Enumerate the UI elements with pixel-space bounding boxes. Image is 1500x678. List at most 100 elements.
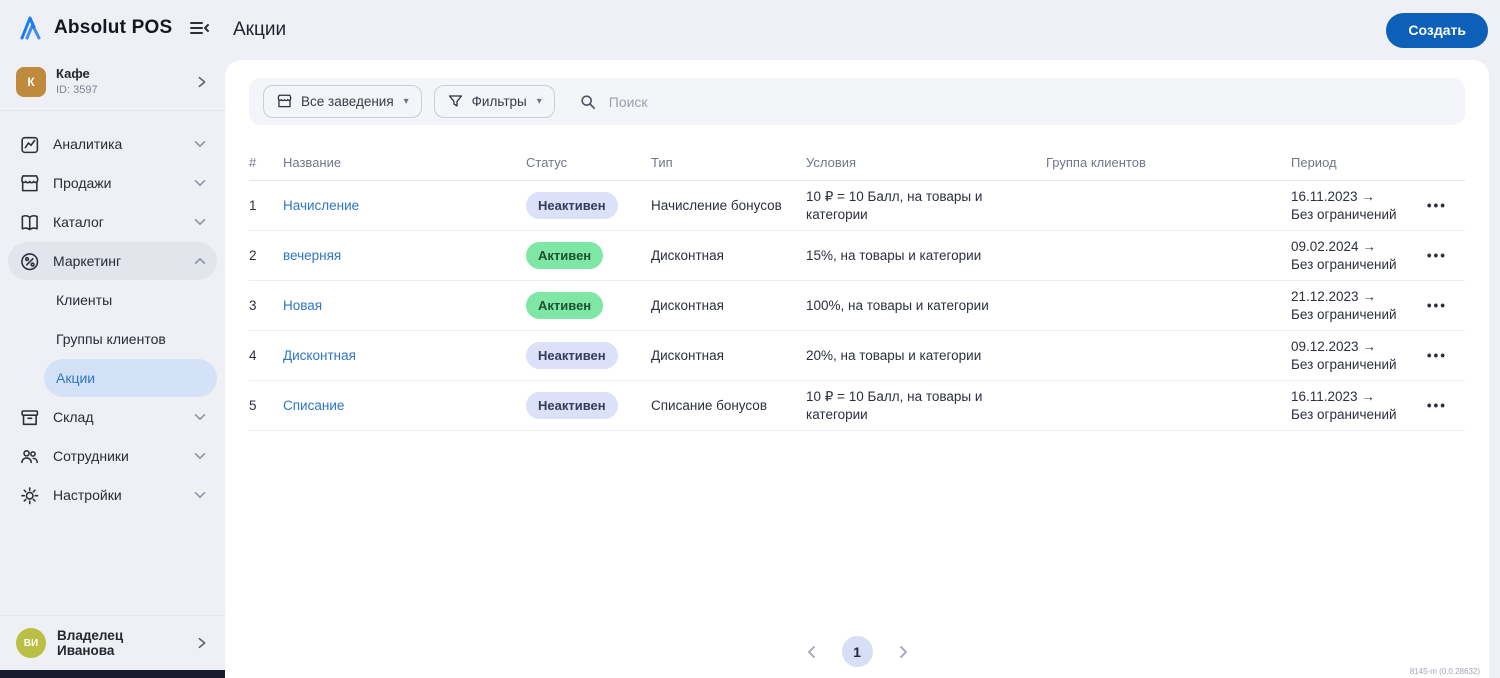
- chevron-down-icon: [194, 492, 206, 498]
- next-page-icon[interactable]: [895, 644, 911, 660]
- conditions-cell: 15%, на товары и категории: [806, 247, 982, 263]
- caret-down-icon: ▾: [403, 96, 409, 107]
- sidebar-subitem[interactable]: Акции: [44, 359, 217, 397]
- sidebar-item-marketing[interactable]: Маркетинг: [8, 242, 217, 280]
- table-row: 3 Новая Активен Дисконтная 100%, на товары и…: [249, 281, 1465, 331]
- analytics-icon: [21, 136, 39, 153]
- type-cell: Дисконтная: [651, 247, 724, 263]
- venue-id: ID: 3597: [56, 84, 98, 97]
- chevron-down-icon: [194, 453, 206, 459]
- status-cell: Неактивен: [526, 191, 651, 220]
- sidebar-subitem[interactable]: Клиенты: [44, 281, 217, 319]
- period-cell: 09.12.2023 → Без ограничений: [1291, 338, 1397, 372]
- sidebar-item-settings[interactable]: Настройки: [8, 476, 217, 514]
- promotion-name-link[interactable]: Новая: [283, 298, 322, 313]
- type-cell: Начисление бонусов: [651, 197, 782, 213]
- user-menu[interactable]: ВИ Владелец Иванова: [0, 615, 225, 670]
- table-row: 1 Начисление Неактивен Начисление бонусов 10…: [249, 181, 1465, 231]
- sidebar-item-label: Настройки: [53, 487, 122, 503]
- storefront-icon: [21, 174, 39, 191]
- caret-down-icon: ▾: [536, 96, 542, 107]
- conditions-cell: 10 ₽ = 10 Балл, на товары и категории: [806, 188, 983, 222]
- period-cell: 09.02.2024 → Без ограничений: [1291, 238, 1397, 272]
- status-badge: Активен: [526, 291, 604, 320]
- venue-avatar: К: [16, 67, 46, 97]
- logo-row: Absolut POS: [0, 0, 225, 56]
- chevron-right-icon: [198, 76, 206, 88]
- funnel-icon: [448, 95, 462, 107]
- promotion-name-link[interactable]: Начисление: [283, 198, 359, 213]
- top-bar: Акции Создать: [225, 0, 1500, 60]
- catalog-icon: [21, 214, 38, 230]
- conditions-cell: 100%, на товары и категории: [806, 297, 989, 313]
- column-header: Тип: [651, 155, 673, 170]
- status-cell: Активен: [526, 291, 651, 320]
- staff-icon: [21, 449, 38, 463]
- row-actions-menu-icon[interactable]: •••: [1421, 197, 1465, 215]
- sidebar-subitem[interactable]: Группы клиентов: [44, 320, 217, 358]
- sidebar-item-analytics[interactable]: Аналитика: [8, 125, 217, 163]
- settings-icon: [21, 486, 39, 504]
- chevron-up-icon: [194, 258, 206, 264]
- row-actions-menu-icon[interactable]: •••: [1421, 397, 1465, 415]
- status-cell: Неактивен: [526, 341, 651, 370]
- sidebar-item-storefront[interactable]: Продажи: [8, 164, 217, 202]
- chevron-down-icon: [194, 180, 206, 186]
- venue-name: Кафе: [56, 66, 90, 82]
- promotion-name-cell: Дисконтная: [283, 347, 526, 365]
- current-page-button[interactable]: 1: [841, 636, 873, 667]
- sidebar-item-label: Продажи: [53, 175, 112, 191]
- user-name: Владелец Иванова: [57, 628, 124, 658]
- promotion-name-link[interactable]: Списание: [283, 398, 344, 413]
- prev-page-icon[interactable]: [804, 644, 820, 660]
- search-placeholder: Поиск: [608, 93, 648, 110]
- column-header: Название: [283, 155, 342, 170]
- sidebar-submenu: Клиенты Группы клиентов Акции: [8, 281, 217, 397]
- row-number: 1: [249, 197, 257, 213]
- status-badge: Неактивен: [526, 391, 618, 420]
- sidebar-item-label: Каталог: [53, 214, 104, 230]
- status-cell: Неактивен: [526, 391, 651, 420]
- sidebar-collapse-icon[interactable]: [187, 16, 211, 40]
- status-badge: Неактивен: [526, 191, 618, 220]
- promotion-name-link[interactable]: вечерняя: [283, 248, 341, 263]
- column-header: Группа клиентов: [1046, 155, 1146, 170]
- brand-name: Absolut POS: [54, 17, 173, 38]
- promotion-name-link[interactable]: Дисконтная: [283, 348, 356, 363]
- sidebar: Absolut POS К Кафе ID: 3597 Аналитика Про…: [0, 0, 225, 678]
- user-avatar: ВИ: [16, 628, 46, 658]
- status-badge: Неактивен: [526, 341, 618, 370]
- venues-filter-button[interactable]: Все заведения ▾: [263, 85, 422, 118]
- table-row: 4 Дисконтная Неактивен Дисконтная 20%, на то…: [249, 331, 1465, 381]
- row-actions-menu-icon[interactable]: •••: [1421, 247, 1465, 265]
- sidebar-item-catalog[interactable]: Каталог: [8, 203, 217, 241]
- row-number: 3: [249, 297, 257, 313]
- search-input[interactable]: Поиск: [579, 93, 1451, 111]
- venue-switcher[interactable]: К Кафе ID: 3597: [0, 56, 225, 111]
- column-header: #: [249, 155, 257, 170]
- promotion-name-cell: Списание: [283, 397, 526, 415]
- promotion-name-cell: вечерняя: [283, 247, 526, 265]
- promotions-table: # Название Статус Тип Условия Группа клиентов…: [249, 145, 1465, 431]
- promotion-name-cell: Начисление: [283, 197, 526, 215]
- sidebar-item-staff[interactable]: Сотрудники: [8, 437, 217, 475]
- row-actions-menu-icon[interactable]: •••: [1421, 297, 1465, 315]
- conditions-cell: 20%, на товары и категории: [806, 347, 982, 363]
- filters-button[interactable]: Фильтры ▾: [433, 85, 555, 118]
- page-title: Акции: [233, 19, 287, 40]
- promotion-name-cell: Новая: [283, 297, 526, 315]
- status-cell: Активен: [526, 241, 651, 270]
- sidebar-item-warehouse[interactable]: Склад: [8, 398, 217, 436]
- period-cell: 16.11.2023 → Без ограничений: [1291, 388, 1397, 422]
- sidebar-item-label: Склад: [53, 409, 94, 425]
- filter-bar: Все заведения ▾ Фильтры ▾ Поиск: [249, 78, 1465, 125]
- row-actions-menu-icon[interactable]: •••: [1421, 347, 1465, 365]
- brand-logo-icon: [20, 16, 41, 40]
- marketing-icon: [21, 252, 39, 270]
- column-header: Условия: [806, 155, 857, 170]
- sidebar-item-label: Сотрудники: [53, 448, 129, 464]
- create-button[interactable]: Создать: [1386, 12, 1488, 48]
- table-header-row: # Название Статус Тип Условия Группа клиентов…: [249, 145, 1465, 181]
- type-cell: Дисконтная: [651, 297, 724, 313]
- sidebar-item-label: Маркетинг: [53, 253, 122, 269]
